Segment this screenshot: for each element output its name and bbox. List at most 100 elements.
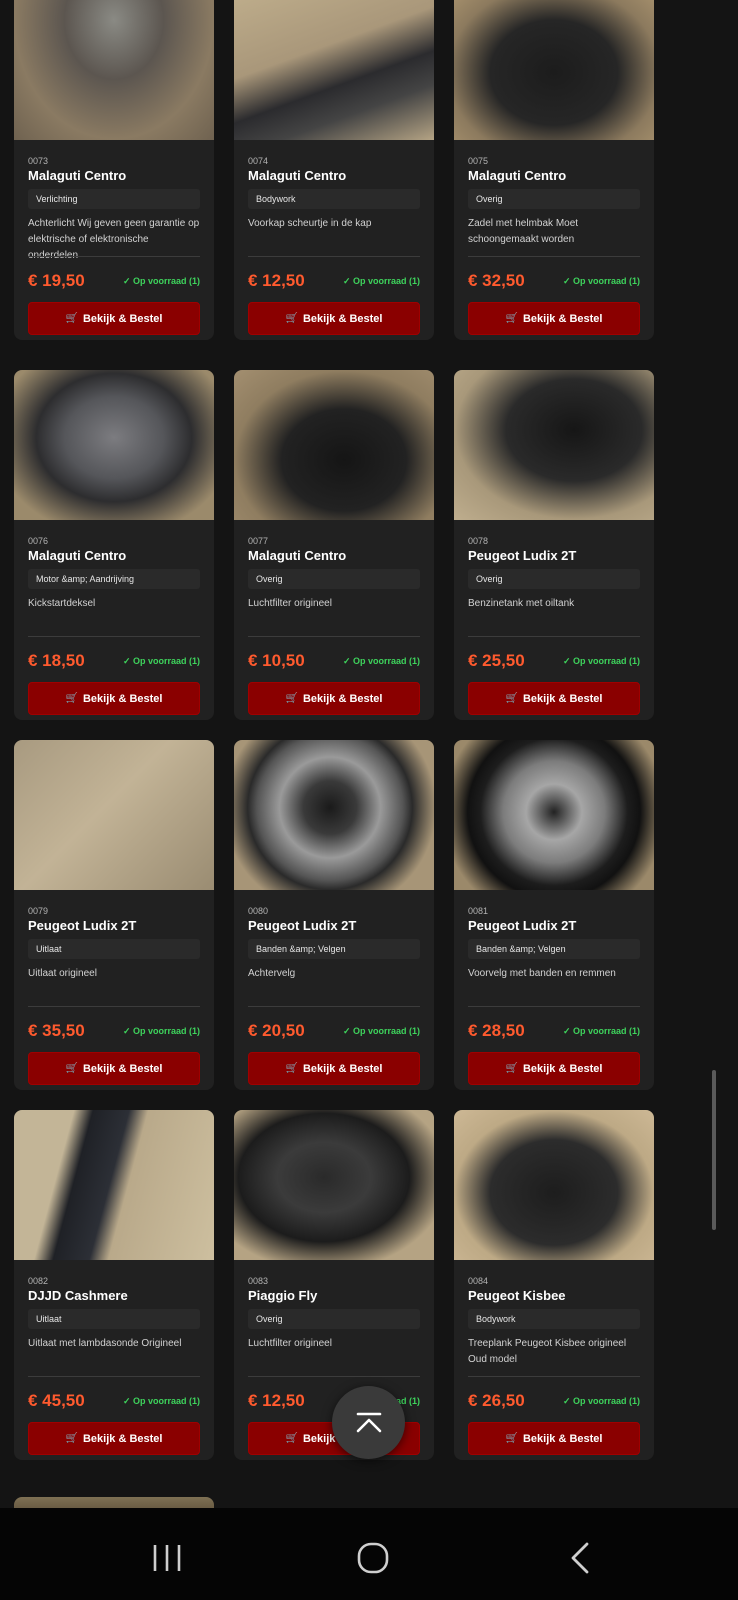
product-card: 0076 Malaguti Centro Motor &amp; Aandrij… (14, 370, 214, 720)
product-category-badge: Banden &amp; Velgen (468, 939, 640, 959)
product-title[interactable]: Malaguti Centro (28, 548, 126, 563)
view-and-order-label: Bekijk & Bestel (302, 1062, 383, 1075)
product-card: 0078 Peugeot Ludix 2T Overig Benzinetank… (454, 370, 654, 720)
view-and-order-button[interactable]: 🛒 Bekijk & Bestel (248, 1052, 420, 1085)
divider (248, 636, 420, 637)
next-product-image[interactable] (14, 1497, 214, 1508)
product-description: Luchtfilter origineel (248, 1338, 332, 1349)
product-description: Uitlaat met lambdasonde Origineel (28, 1338, 182, 1349)
product-price: € 26,50 (468, 1391, 525, 1410)
product-price: € 45,50 (28, 1391, 85, 1410)
product-title[interactable]: Malaguti Centro (468, 168, 566, 183)
stock-status: ✓ Op voorraad (1) (562, 276, 640, 286)
product-card: 0073 Malaguti Centro Verlichting Achterl… (14, 0, 214, 340)
product-category-badge: Motor &amp; Aandrijving (28, 569, 200, 589)
back-icon (571, 1542, 589, 1574)
product-description: Uitlaat origineel (28, 968, 97, 979)
view-and-order-button[interactable]: 🛒 Bekijk & Bestel (468, 1052, 640, 1085)
divider (468, 1006, 640, 1007)
cart-icon: 🛒 (505, 1433, 518, 1444)
product-description: Achtervelg (248, 968, 296, 979)
divider (28, 1376, 200, 1377)
product-price: € 10,50 (248, 651, 305, 670)
product-sku: 0076 (28, 536, 49, 546)
recents-button[interactable] (147, 1538, 187, 1578)
stock-status: ✓ Op voorraad (1) (122, 1396, 200, 1406)
scrollbar[interactable] (712, 1070, 716, 1230)
recents-icon (153, 1545, 181, 1571)
home-icon (357, 1542, 389, 1574)
divider (28, 1006, 200, 1007)
product-card: 0080 Peugeot Ludix 2T Banden &amp; Velge… (234, 740, 434, 1090)
view-and-order-button[interactable]: 🛒 Bekijk & Bestel (28, 302, 200, 335)
view-and-order-button[interactable]: 🛒 Bekijk & Bestel (28, 1422, 200, 1455)
product-description: Treeplank Peugeot Kisbee origineel Oud m… (468, 1338, 627, 1365)
stock-status: ✓ Op voorraad (1) (342, 1026, 420, 1036)
product-price: € 19,50 (28, 271, 85, 290)
product-title[interactable]: DJJD Cashmere (28, 1288, 128, 1303)
product-title[interactable]: Malaguti Centro (248, 168, 346, 183)
product-title[interactable]: Peugeot Ludix 2T (468, 918, 576, 933)
product-price: € 25,50 (468, 651, 525, 670)
view-and-order-button[interactable]: 🛒 Bekijk & Bestel (28, 682, 200, 715)
product-description: Kickstartdeksel (28, 598, 96, 609)
product-category-badge: Overig (248, 1309, 420, 1329)
product-description: Voorvelg met banden en remmen (468, 968, 616, 979)
divider (28, 256, 200, 257)
product-price: € 35,50 (28, 1021, 85, 1040)
product-price: € 12,50 (248, 1391, 305, 1410)
stock-status: ✓ Op voorraad (1) (342, 276, 420, 286)
view-and-order-button[interactable]: 🛒 Bekijk & Bestel (468, 302, 640, 335)
product-title[interactable]: Peugeot Ludix 2T (28, 918, 136, 933)
view-and-order-label: Bekijk & Bestel (522, 1432, 603, 1445)
cart-icon: 🛒 (285, 1063, 298, 1074)
cart-icon: 🛒 (65, 693, 78, 704)
product-category-badge: Bodywork (248, 189, 420, 209)
product-description: Benzinetank met oiltank (468, 598, 575, 609)
scroll-to-top-button[interactable] (332, 1386, 405, 1459)
product-price: € 20,50 (248, 1021, 305, 1040)
product-sku: 0083 (248, 1276, 269, 1286)
view-and-order-label: Bekijk & Bestel (302, 692, 383, 705)
product-sku: 0077 (248, 536, 269, 546)
view-and-order-label: Bekijk & Bestel (82, 1432, 163, 1445)
product-description: Luchtfilter origineel (248, 598, 332, 609)
product-price: € 28,50 (468, 1021, 525, 1040)
product-title[interactable]: Peugeot Ludix 2T (248, 918, 356, 933)
view-and-order-button[interactable]: 🛒 Bekijk & Bestel (468, 1422, 640, 1455)
view-and-order-button[interactable]: 🛒 Bekijk & Bestel (248, 302, 420, 335)
product-title[interactable]: Malaguti Centro (28, 168, 126, 183)
product-category-badge: Overig (468, 569, 640, 589)
product-title[interactable]: Peugeot Ludix 2T (468, 548, 576, 563)
back-button[interactable] (560, 1538, 600, 1578)
product-sku: 0078 (468, 536, 489, 546)
product-description: Voorkap scheurtje in de kap (248, 218, 372, 229)
stock-status: ✓ Op voorraad (1) (562, 1396, 640, 1406)
product-price: € 32,50 (468, 271, 525, 290)
product-category-badge: Overig (248, 569, 420, 589)
product-card: 0074 Malaguti Centro Bodywork Voorkap sc… (234, 0, 434, 340)
stock-status: ✓ Op voorraad (1) (122, 1026, 200, 1036)
product-card: 0081 Peugeot Ludix 2T Banden &amp; Velge… (454, 740, 654, 1090)
product-title[interactable]: Peugeot Kisbee (468, 1288, 566, 1303)
cart-icon: 🛒 (65, 1063, 78, 1074)
product-title[interactable]: Piaggio Fly (248, 1288, 317, 1303)
cart-icon: 🛒 (285, 313, 298, 324)
home-button[interactable] (353, 1538, 393, 1578)
view-and-order-button[interactable]: 🛒 Bekijk & Bestel (248, 682, 420, 715)
stock-status: ✓ Op voorraad (1) (562, 656, 640, 666)
view-and-order-label: Bekijk & Bestel (82, 1062, 163, 1075)
view-and-order-button[interactable]: 🛒 Bekijk & Bestel (28, 1052, 200, 1085)
cart-icon: 🛒 (285, 1433, 298, 1444)
cart-icon: 🛒 (505, 693, 518, 704)
product-category-badge: Uitlaat (28, 1309, 200, 1329)
product-category-badge: Uitlaat (28, 939, 200, 959)
product-category-badge: Overig (468, 189, 640, 209)
stock-status: ✓ Op voorraad (1) (562, 1026, 640, 1036)
product-title[interactable]: Malaguti Centro (248, 548, 346, 563)
cart-icon: 🛒 (65, 1433, 78, 1444)
divider (248, 1376, 420, 1377)
view-and-order-button[interactable]: 🛒 Bekijk & Bestel (468, 682, 640, 715)
divider (468, 636, 640, 637)
view-and-order-label: Bekijk & Bestel (302, 312, 383, 325)
